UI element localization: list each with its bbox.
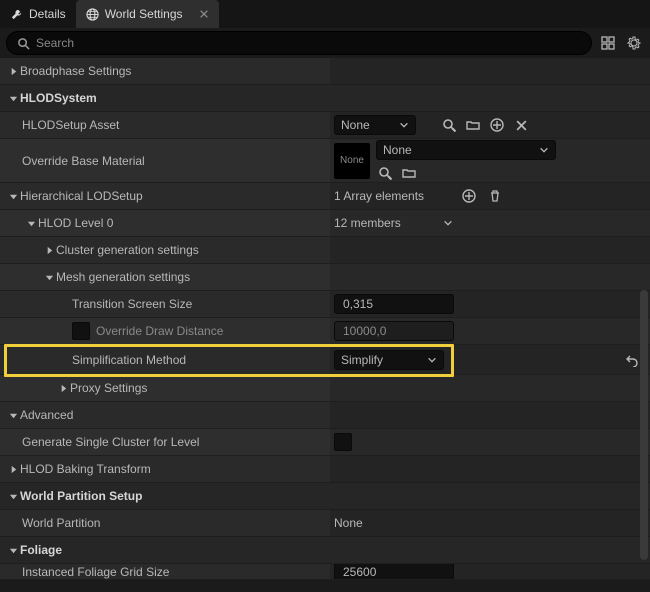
search-icon xyxy=(17,37,30,50)
tab-label: World Settings xyxy=(105,7,183,21)
row-advanced[interactable]: Advanced xyxy=(0,402,650,429)
category-foliage[interactable]: Foliage xyxy=(0,537,650,564)
search-field[interactable] xyxy=(36,36,581,50)
tab-label: Details xyxy=(29,7,66,21)
property-label: HLODSetup Asset xyxy=(22,118,119,132)
tab-world-settings[interactable]: World Settings xyxy=(76,0,219,28)
row-hlod-level-0[interactable]: HLOD Level 0 12 members xyxy=(0,210,650,237)
row-hlod-baking-transform[interactable]: HLOD Baking Transform xyxy=(0,456,650,483)
value-text: None xyxy=(334,516,363,530)
row-simplification-method: Simplification Method Simplify xyxy=(0,345,650,375)
property-label: Advanced xyxy=(20,408,73,422)
chevron-right-icon xyxy=(6,465,20,474)
search-input[interactable] xyxy=(6,31,592,55)
section-label: World Partition Setup xyxy=(20,489,142,503)
add-element-icon[interactable] xyxy=(460,187,478,205)
property-label: Generate Single Cluster for Level xyxy=(22,435,199,449)
row-broadphase-settings[interactable]: Broadphase Settings xyxy=(0,58,650,85)
chevron-right-icon xyxy=(42,246,56,255)
material-dropdown[interactable]: None xyxy=(376,140,556,160)
row-proxy-settings[interactable]: Proxy Settings xyxy=(0,375,650,402)
property-label: Override Base Material xyxy=(22,154,145,168)
chevron-down-icon xyxy=(6,94,20,103)
property-label: Override Draw Distance xyxy=(96,324,223,338)
draw-distance-input: 10000,0 xyxy=(334,321,454,341)
row-generate-single-cluster: Generate Single Cluster for Level xyxy=(0,429,650,456)
category-world-partition-setup[interactable]: World Partition Setup xyxy=(0,483,650,510)
globe-icon xyxy=(86,8,99,21)
trash-icon[interactable] xyxy=(486,187,504,205)
search-row xyxy=(0,28,650,58)
grid-view-button[interactable] xyxy=(598,33,618,53)
section-label: Broadphase Settings xyxy=(20,64,131,78)
asset-dropdown[interactable]: None xyxy=(334,115,416,135)
row-hlodsetup-asset: HLODSetup Asset None xyxy=(0,112,650,139)
row-hierarchical-lodsetup[interactable]: Hierarchical LODSetup 1 Array elements xyxy=(0,183,650,210)
chevron-down-icon xyxy=(6,411,20,420)
row-override-draw-distance: Override Draw Distance 10000,0 xyxy=(0,318,650,345)
property-label: Hierarchical LODSetup xyxy=(20,189,143,203)
chevron-right-icon xyxy=(6,67,20,76)
browse-icon[interactable] xyxy=(376,164,394,182)
property-label: Transition Screen Size xyxy=(72,297,192,311)
foliage-grid-size-input[interactable]: 25600 xyxy=(334,564,454,580)
property-label: World Partition xyxy=(22,516,100,530)
simplification-method-dropdown[interactable]: Simplify xyxy=(334,350,444,370)
transition-screen-size-input[interactable]: 0,315 xyxy=(334,294,454,314)
browse-icon[interactable] xyxy=(440,116,458,134)
property-label: HLOD Level 0 xyxy=(38,216,113,230)
tab-details[interactable]: Details xyxy=(0,0,76,28)
property-label: Cluster generation settings xyxy=(56,243,199,257)
category-hlodsystem[interactable]: HLODSystem xyxy=(0,85,650,112)
property-label: HLOD Baking Transform xyxy=(20,462,151,476)
reset-to-default-icon[interactable] xyxy=(623,351,641,369)
row-world-partition: World Partition None xyxy=(0,510,650,537)
settings-button[interactable] xyxy=(624,33,644,53)
scrollbar[interactable] xyxy=(640,290,648,560)
row-instanced-foliage-grid-size: Instanced Foliage Grid Size 25600 xyxy=(0,564,650,580)
chevron-right-icon xyxy=(56,384,70,393)
properties-panel: Broadphase Settings HLODSystem HLODSetup… xyxy=(0,58,650,592)
chevron-down-icon xyxy=(24,219,38,228)
chevron-down-icon xyxy=(6,192,20,201)
chevron-down-icon xyxy=(6,546,20,555)
folder-icon[interactable] xyxy=(464,116,482,134)
clear-icon[interactable] xyxy=(512,116,530,134)
folder-icon[interactable] xyxy=(400,164,418,182)
struct-summary: 12 members xyxy=(334,216,401,230)
add-icon[interactable] xyxy=(488,116,506,134)
chevron-down-icon[interactable] xyxy=(443,218,453,228)
property-label: Simplification Method xyxy=(72,353,186,367)
row-cluster-generation-settings[interactable]: Cluster generation settings xyxy=(0,237,650,264)
property-label: Mesh generation settings xyxy=(56,270,190,284)
tab-bar: Details World Settings xyxy=(0,0,650,28)
property-label: Proxy Settings xyxy=(70,381,147,395)
generate-single-cluster-checkbox[interactable] xyxy=(334,433,352,451)
array-summary: 1 Array elements xyxy=(334,189,424,203)
row-override-base-material: Override Base Material None None xyxy=(0,139,650,183)
chevron-down-icon xyxy=(42,273,56,282)
close-icon[interactable] xyxy=(199,9,209,19)
section-label: Foliage xyxy=(20,543,62,557)
material-thumbnail[interactable]: None xyxy=(334,143,370,179)
wrench-icon xyxy=(10,8,23,21)
override-draw-distance-checkbox[interactable] xyxy=(72,322,90,340)
section-label: HLODSystem xyxy=(20,91,97,105)
property-label: Instanced Foliage Grid Size xyxy=(22,565,169,579)
row-mesh-generation-settings[interactable]: Mesh generation settings xyxy=(0,264,650,291)
row-transition-screen-size: Transition Screen Size 0,315 xyxy=(0,291,650,318)
chevron-down-icon xyxy=(6,492,20,501)
